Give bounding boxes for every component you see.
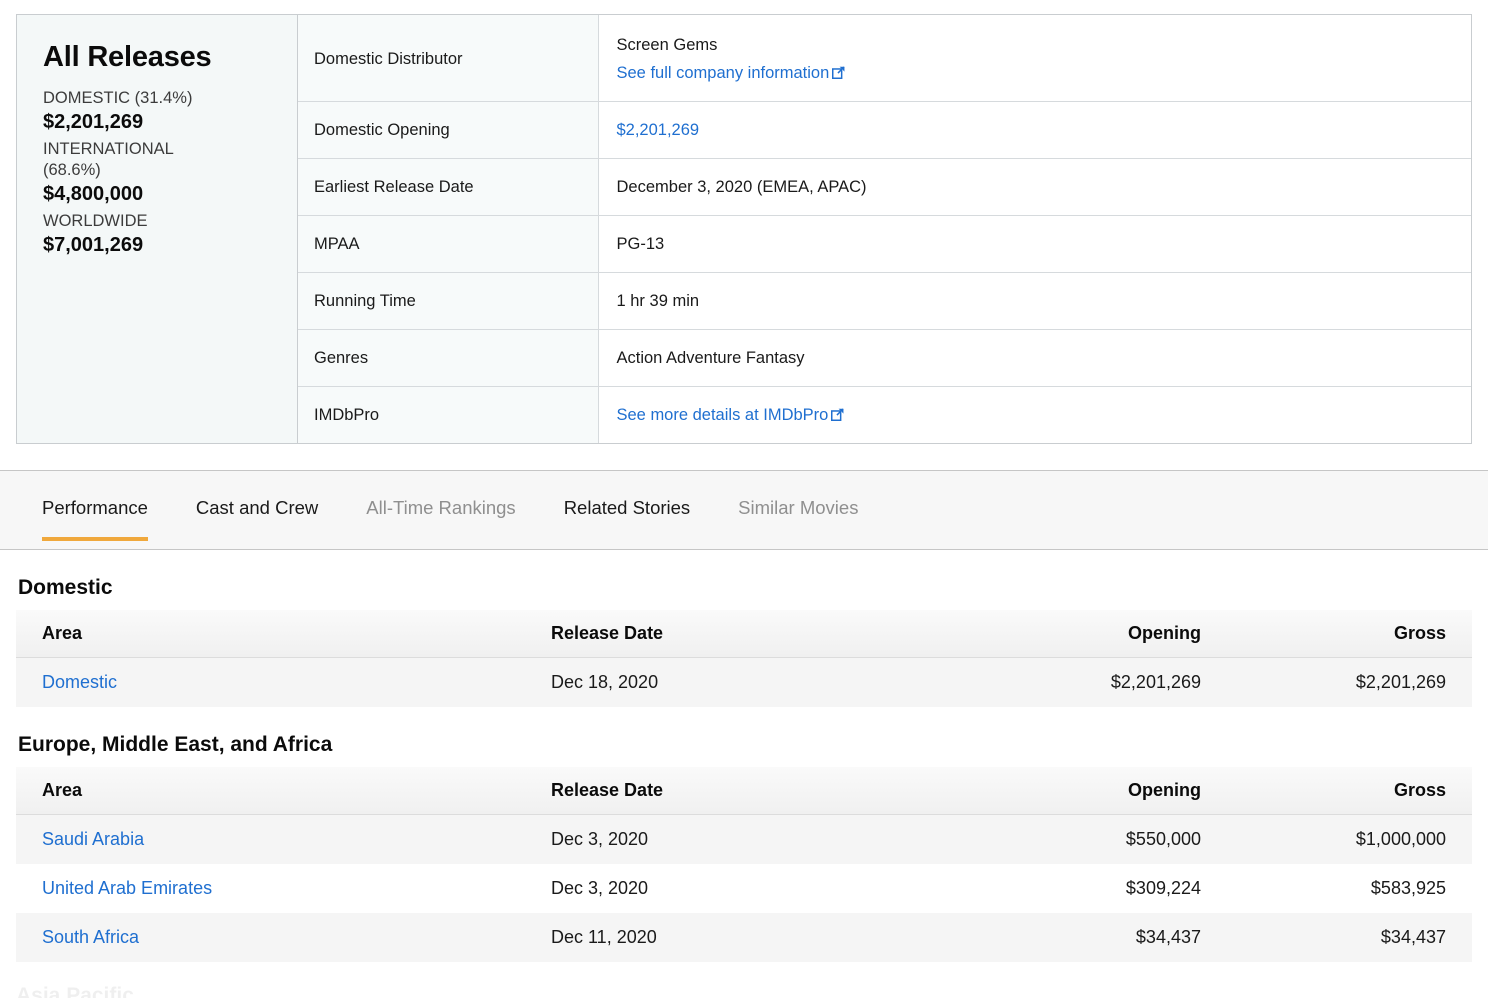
info-row-genres: Genres Action Adventure Fantasy (298, 329, 1471, 387)
section-emea: Europe, Middle East, and Africa Area Rel… (16, 733, 1472, 962)
info-label-distributor: Domestic Distributor (298, 15, 599, 102)
cell-opening: $34,437 (1135, 927, 1201, 947)
info-row-earliest-release-date: Earliest Release Date December 3, 2020 (… (298, 158, 1471, 216)
domestic-opening-link[interactable]: $2,201,269 (617, 121, 700, 139)
cell-gross: $583,925 (1370, 878, 1446, 898)
cell-release-date: Dec 18, 2020 (551, 672, 659, 692)
movie-info-table: Domestic Distributor Screen Gems See ful… (298, 15, 1471, 443)
info-row-distributor: Domestic Distributor Screen Gems See ful… (298, 15, 1471, 102)
all-releases-heading: All Releases (43, 41, 212, 73)
info-label-genres: Genres (298, 329, 599, 387)
table-header-row: Area Release Date Opening Gross (16, 767, 1472, 815)
tab-cast-and-crew[interactable]: Cast and Crew (196, 471, 318, 519)
company-information-link-label: See full company information (616, 64, 830, 82)
column-header-opening[interactable]: Opening (911, 767, 1211, 815)
section-title-next-clipped: Asia Pacific (16, 984, 134, 998)
area-link-saudi-arabia[interactable]: Saudi Arabia (42, 829, 144, 849)
info-label-imdbpro: IMDbPro (298, 386, 599, 443)
area-link-united-arab-emirates[interactable]: United Arab Emirates (42, 878, 212, 898)
title-summary-block: All Releases DOMESTIC (31.4%) $2,201,269… (16, 14, 1472, 444)
tab-all-time-rankings[interactable]: All-Time Rankings (366, 471, 515, 519)
info-row-mpaa: MPAA PG-13 (298, 215, 1471, 273)
cell-release-date: Dec 3, 2020 (551, 829, 649, 849)
info-value-domestic-opening: $2,201,269 (598, 101, 1471, 159)
cell-area: Domestic (16, 658, 551, 708)
distributor-name: Screen Gems (616, 36, 718, 54)
table-row: United Arab Emirates Dec 3, 2020 $309,22… (16, 864, 1472, 913)
column-header-area[interactable]: Area (16, 767, 551, 815)
info-value-running-time: 1 hr 39 min (598, 272, 1471, 330)
international-total-value: $4,800,000 (43, 183, 144, 205)
column-header-opening[interactable]: Opening (911, 610, 1211, 658)
cell-gross: $2,201,269 (1355, 672, 1446, 692)
all-releases-panel: All Releases DOMESTIC (31.4%) $2,201,269… (17, 15, 298, 443)
info-value-mpaa: PG-13 (598, 215, 1471, 273)
cell-opening: $550,000 (1125, 829, 1201, 849)
info-label-mpaa: MPAA (298, 215, 599, 273)
section-domestic: Domestic Area Release Date Opening Gross… (16, 576, 1472, 707)
imdbpro-details-link[interactable]: See more details at IMDbPro (617, 406, 845, 424)
table-row: Saudi Arabia Dec 3, 2020 $550,000 $1,000… (16, 814, 1472, 865)
info-row-running-time: Running Time 1 hr 39 min (298, 272, 1471, 330)
info-label-running-time: Running Time (298, 272, 599, 330)
company-information-link[interactable]: See full company information (617, 64, 846, 82)
cell-release-date: Dec 11, 2020 (551, 927, 657, 947)
worldwide-label: WORLDWIDE (43, 212, 148, 230)
info-label-domestic-opening: Domestic Opening (298, 101, 599, 159)
table-row: South Africa Dec 11, 2020 $34,437 $34,43… (16, 913, 1472, 962)
info-value-imdbpro: See more details at IMDbPro (598, 386, 1471, 443)
area-link-south-africa[interactable]: South Africa (42, 927, 139, 947)
domestic-total-value: $2,201,269 (43, 111, 144, 133)
cell-gross: $1,000,000 (1355, 829, 1446, 849)
emea-grosses-table: Area Release Date Opening Gross Saudi Ar… (16, 767, 1472, 962)
info-row-domestic-opening: Domestic Opening $2,201,269 (298, 101, 1471, 159)
section-title-domestic: Domestic (18, 576, 113, 599)
cell-gross: $34,437 (1380, 927, 1446, 947)
column-header-release-date[interactable]: Release Date (551, 610, 911, 658)
table-row: Domestic Dec 18, 2020 $2,201,269 $2,201,… (16, 657, 1472, 708)
imdbpro-details-link-label: See more details at IMDbPro (616, 406, 829, 424)
column-header-area[interactable]: Area (16, 610, 551, 658)
column-header-gross[interactable]: Gross (1211, 610, 1472, 658)
external-link-icon (832, 66, 845, 79)
info-value-distributor: Screen Gems See full company information (598, 15, 1471, 102)
international-share-label: INTERNATIONAL (68.6%) (43, 140, 174, 179)
area-link-domestic[interactable]: Domestic (42, 672, 117, 692)
cell-opening: $2,201,269 (1110, 672, 1201, 692)
cell-area: Saudi Arabia (16, 815, 551, 865)
tab-similar-movies[interactable]: Similar Movies (738, 471, 858, 519)
cell-area: South Africa (16, 913, 551, 962)
info-value-genres: Action Adventure Fantasy (598, 329, 1471, 387)
domestic-share-label: DOMESTIC (31.4%) (43, 89, 193, 107)
cell-release-date: Dec 3, 2020 (551, 878, 649, 898)
table-header-row: Area Release Date Opening Gross (16, 610, 1472, 658)
info-value-earliest-release-date: December 3, 2020 (EMEA, APAC) (598, 158, 1471, 216)
section-title-emea: Europe, Middle East, and Africa (18, 733, 333, 756)
performance-tabstrip: Performance Cast and Crew All-Time Ranki… (0, 470, 1488, 550)
column-header-release-date[interactable]: Release Date (551, 767, 911, 815)
domestic-grosses-table: Area Release Date Opening Gross Domestic… (16, 610, 1472, 707)
tab-related-stories[interactable]: Related Stories (564, 471, 690, 519)
external-link-icon (831, 408, 844, 421)
info-label-earliest-release-date: Earliest Release Date (298, 158, 599, 216)
worldwide-total-value: $7,001,269 (43, 234, 144, 256)
cell-opening: $309,224 (1125, 878, 1201, 898)
info-row-imdbpro: IMDbPro See more details at IMDbPro (298, 386, 1471, 443)
tab-performance[interactable]: Performance (42, 471, 148, 541)
cell-area: United Arab Emirates (16, 864, 551, 913)
column-header-gross[interactable]: Gross (1211, 767, 1472, 815)
